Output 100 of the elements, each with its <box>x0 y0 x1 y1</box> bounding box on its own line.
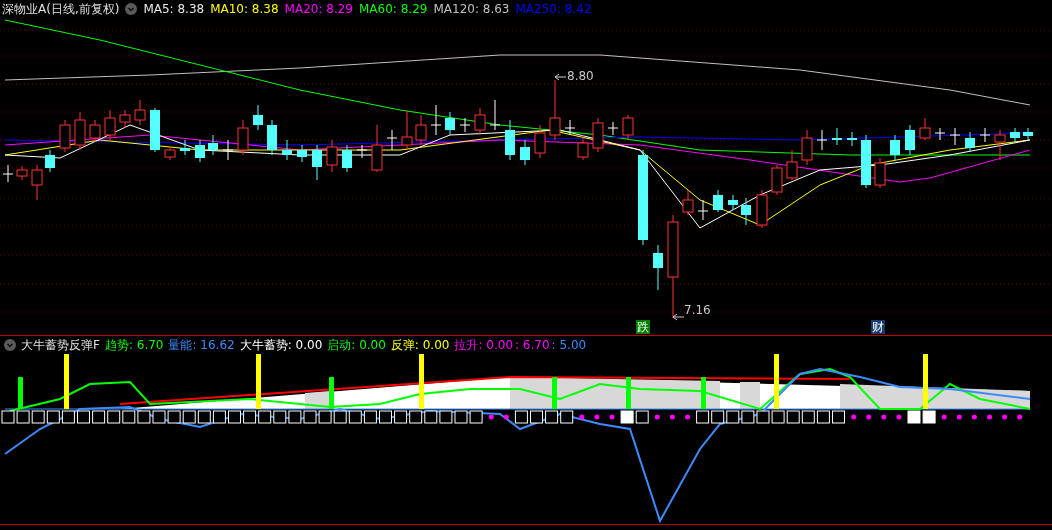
signal-square <box>228 410 241 424</box>
event-marker[interactable]: 跌 <box>636 320 650 334</box>
signal-dot <box>866 414 872 420</box>
signal-dot <box>896 414 902 420</box>
signal-square <box>424 410 438 424</box>
signal-square <box>318 410 332 424</box>
chart-title: 深物业A(日线,前复权) <box>2 2 120 16</box>
indicator-value: MA120: 8.63 <box>433 2 510 16</box>
signal-square <box>107 410 121 424</box>
signal-square <box>696 410 710 424</box>
signal-dot <box>851 414 857 420</box>
signal-square <box>635 410 649 424</box>
indicator-value: 趋势: 6.70 <box>104 337 164 352</box>
signal-square <box>379 410 392 424</box>
signal-square <box>469 410 483 424</box>
signal-square <box>439 410 453 424</box>
signal-square <box>243 410 257 424</box>
signal-square <box>182 410 196 424</box>
price-label: 8.80 <box>567 69 594 83</box>
indicator-value: : 6.70 <box>515 337 550 352</box>
indicator-value: : 5.00 <box>551 337 587 352</box>
signal-square <box>756 410 770 424</box>
signal-bar <box>923 354 928 409</box>
signal-dot <box>669 414 675 420</box>
signal-square <box>77 410 90 424</box>
signal-square <box>152 410 166 424</box>
signal-square <box>711 410 725 424</box>
indicator-value: MA5: 8.38 <box>143 2 205 16</box>
indicator-value: 量能: 16.62 <box>168 337 235 352</box>
signal-square <box>31 410 45 424</box>
signal-square <box>771 410 785 424</box>
signal-square <box>530 410 543 424</box>
signal-square <box>741 410 755 424</box>
signal-bar <box>256 354 261 409</box>
indicator-value: MA10: 8.38 <box>210 2 279 16</box>
signal-square <box>409 410 423 424</box>
signal-square <box>454 410 468 424</box>
signal-square <box>167 410 181 424</box>
indicator-value: MA60: 8.29 <box>359 2 428 16</box>
signal-square <box>212 410 226 424</box>
signal-square <box>620 410 634 424</box>
chevron-down-icon[interactable] <box>4 338 16 351</box>
signal-square <box>801 410 815 424</box>
indicator-title: 大牛蓄势反弹F <box>21 337 100 352</box>
leader-line <box>673 313 685 321</box>
signal-dot <box>987 414 992 420</box>
signal-dot <box>488 414 494 420</box>
indicator-value: 大牛蓄势: 0.00 <box>239 337 323 352</box>
signal-dot <box>971 414 977 420</box>
signal-dot <box>1017 414 1023 420</box>
signal-square <box>514 410 528 424</box>
signal-dot <box>579 414 585 420</box>
signal-bar <box>701 377 706 409</box>
signal-bar <box>419 354 424 409</box>
signal-square <box>137 410 151 424</box>
signal-square <box>348 410 362 424</box>
signal-dot <box>503 414 509 420</box>
signal-dot <box>1002 414 1008 420</box>
signal-square <box>258 410 272 424</box>
signal-bar <box>774 354 779 409</box>
signal-square <box>197 410 211 424</box>
signal-square <box>333 410 347 424</box>
signal-square <box>394 410 408 424</box>
signal-square <box>922 410 936 424</box>
signal-square <box>363 410 377 424</box>
signal-square <box>786 410 800 424</box>
chevron-down-icon[interactable] <box>125 3 138 15</box>
indicator-value: 反弹: 0.00 <box>390 337 450 352</box>
signal-square <box>832 410 845 424</box>
signal-square <box>726 410 740 424</box>
signal-bar <box>64 354 69 409</box>
signal-dot <box>685 414 690 420</box>
signal-dot <box>594 414 600 420</box>
signal-square <box>560 410 574 424</box>
signal-square <box>907 410 921 424</box>
signal-square <box>16 410 30 424</box>
signal-bar <box>18 377 23 409</box>
signal-square <box>545 410 559 424</box>
signal-square <box>46 410 60 424</box>
indicator-value: MA250: 8.42 <box>515 2 592 16</box>
event-marker[interactable]: 财 <box>871 320 885 334</box>
indicator-value: 启动: 0.00 <box>327 337 386 352</box>
signal-dot <box>881 414 887 420</box>
price-label: 7.16 <box>684 303 711 317</box>
signal-square <box>273 410 287 424</box>
signal-bar <box>626 377 631 409</box>
leader-line <box>555 73 567 81</box>
indicator-value: MA20: 8.29 <box>284 2 353 16</box>
signal-square <box>816 410 830 424</box>
signal-square <box>92 410 106 424</box>
signal-dot <box>609 414 615 420</box>
indicator-value: 拉升: 0.00 <box>454 337 513 352</box>
signal-square <box>61 410 75 424</box>
signal-dot <box>654 414 660 420</box>
signal-square <box>303 410 317 424</box>
signal-dot <box>941 414 947 420</box>
signal-square <box>122 410 136 424</box>
signal-bar <box>552 377 557 409</box>
signal-dot <box>956 414 962 420</box>
signal-bar <box>329 377 334 409</box>
